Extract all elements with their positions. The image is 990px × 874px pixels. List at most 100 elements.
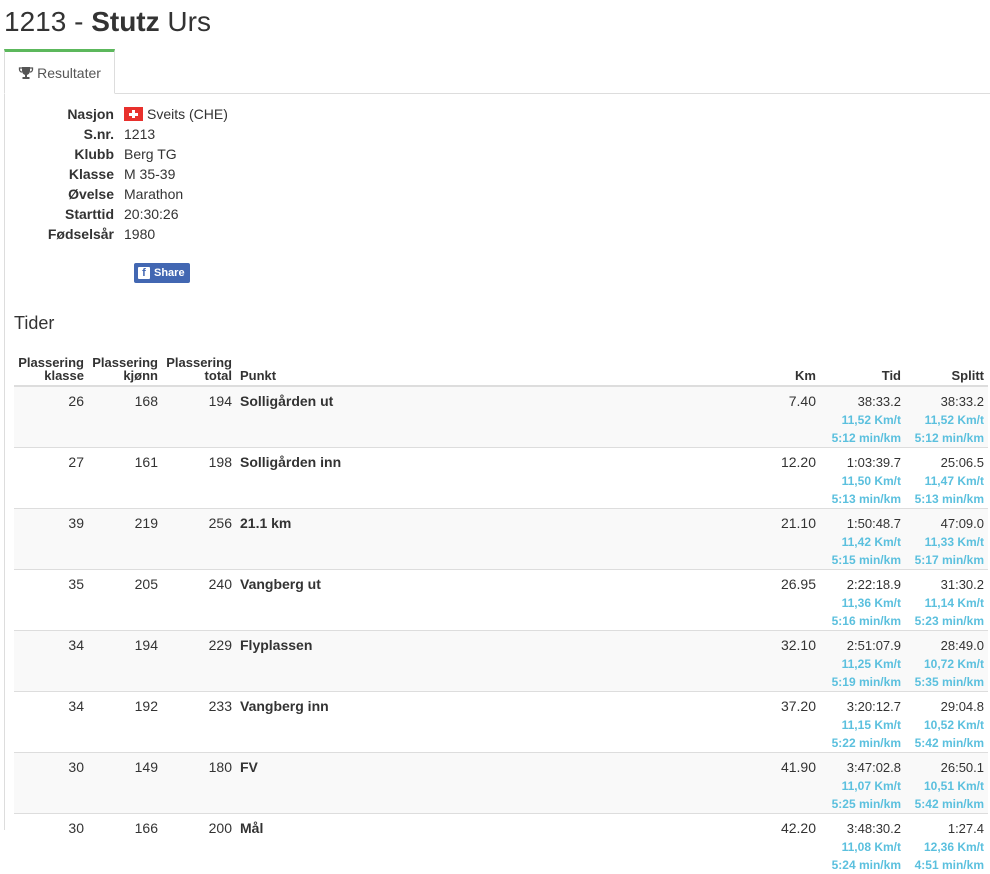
table-row: 34194229Flyplassen32.102:51:07.911,25 Km… [14, 631, 988, 692]
splitt-value: 25:06.5 [909, 454, 984, 472]
tab-bar: Resultater [4, 49, 990, 94]
plassering-klasse-cell: 30 [14, 814, 88, 874]
col-punkt[interactable]: Punkt [236, 353, 666, 386]
plassering-total-cell: 198 [162, 448, 236, 509]
splitt-speed: 11,47 Km/t [909, 472, 984, 490]
km-cell: 7.40 [666, 386, 820, 448]
tid-value: 3:48:30.2 [824, 820, 901, 838]
table-row: 3921925621.1 km21.101:50:48.711,42 Km/t5… [14, 509, 988, 570]
tid-cell: 1:50:48.711,42 Km/t5:15 min/km [820, 509, 905, 570]
km-cell: 12.20 [666, 448, 820, 509]
share-label: Share [154, 267, 185, 279]
klasse-value: M 35-39 [124, 166, 175, 182]
table-row: 27161198Solligården inn12.201:03:39.711,… [14, 448, 988, 509]
plassering-klasse-cell: 26 [14, 386, 88, 448]
tid-pace: 5:19 min/km [824, 673, 901, 691]
splitt-value: 28:49.0 [909, 637, 984, 655]
tid-speed: 11,42 Km/t [824, 533, 901, 551]
plassering-total-cell: 229 [162, 631, 236, 692]
info-row-ovelse: Øvelse Marathon [5, 184, 228, 204]
plassering-klasse-cell: 39 [14, 509, 88, 570]
km-cell: 32.10 [666, 631, 820, 692]
first-name: Urs [167, 6, 211, 37]
tid-value: 3:20:12.7 [824, 698, 901, 716]
splitt-cell: 38:33.211,52 Km/t5:12 min/km [905, 386, 988, 448]
plassering-total-cell: 256 [162, 509, 236, 570]
klasse-label: Klasse [5, 166, 124, 182]
facebook-share-button[interactable]: f Share [134, 263, 190, 283]
tid-speed: 11,08 Km/t [824, 838, 901, 856]
splitt-speed: 11,52 Km/t [909, 411, 984, 429]
info-row-klubb: Klubb Berg TG [5, 144, 228, 164]
plassering-kjonn-cell: 149 [88, 753, 162, 814]
title-separator: - [66, 6, 91, 37]
splitt-cell: 31:30.211,14 Km/t5:23 min/km [905, 570, 988, 631]
splitt-pace: 5:42 min/km [909, 734, 984, 752]
tid-cell: 38:33.211,52 Km/t5:12 min/km [820, 386, 905, 448]
col-splitt[interactable]: Splitt [905, 353, 988, 386]
tid-cell: 3:48:30.211,08 Km/t5:24 min/km [820, 814, 905, 874]
plassering-klasse-cell: 34 [14, 631, 88, 692]
splitt-cell: 26:50.110,51 Km/t5:42 min/km [905, 753, 988, 814]
table-row: 26168194Solligården ut7.4038:33.211,52 K… [14, 386, 988, 448]
plassering-kjonn-cell: 168 [88, 386, 162, 448]
col-plassering-kjonn[interactable]: Plasseringkjønn [88, 353, 162, 386]
km-cell: 21.10 [666, 509, 820, 570]
table-row: 34192233Vangberg inn37.203:20:12.711,15 … [14, 692, 988, 753]
tid-value: 38:33.2 [824, 393, 901, 411]
splitt-value: 1:27.4 [909, 820, 984, 838]
punkt-cell: Vangberg ut [236, 570, 666, 631]
splitt-pace: 5:23 min/km [909, 612, 984, 630]
splitt-pace: 5:35 min/km [909, 673, 984, 691]
splitt-cell: 1:27.412,36 Km/t4:51 min/km [905, 814, 988, 874]
athlete-info: Nasjon Sveits (CHE) S.nr. 1213 Klubb Ber… [5, 104, 228, 244]
splitt-speed: 10,52 Km/t [909, 716, 984, 734]
plassering-klasse-cell: 27 [14, 448, 88, 509]
punkt-cell: Vangberg inn [236, 692, 666, 753]
starttid-label: Starttid [5, 206, 124, 222]
splitt-pace: 5:12 min/km [909, 429, 984, 447]
klubb-value: Berg TG [124, 146, 177, 162]
snr-label: S.nr. [5, 126, 124, 142]
plassering-total-cell: 194 [162, 386, 236, 448]
tid-speed: 11,07 Km/t [824, 777, 901, 795]
splitt-speed: 12,36 Km/t [909, 838, 984, 856]
last-name: Stutz [91, 6, 159, 37]
trophy-icon [18, 65, 34, 81]
fodselsar-value: 1980 [124, 226, 155, 242]
tid-cell: 2:22:18.911,36 Km/t5:16 min/km [820, 570, 905, 631]
tid-pace: 5:22 min/km [824, 734, 901, 752]
plassering-kjonn-cell: 161 [88, 448, 162, 509]
results-panel: Nasjon Sveits (CHE) S.nr. 1213 Klubb Ber… [4, 94, 990, 830]
tid-pace: 5:13 min/km [824, 490, 901, 508]
plassering-total-cell: 233 [162, 692, 236, 753]
punkt-cell: Solligården ut [236, 386, 666, 448]
col-plassering-klasse[interactable]: Plasseringklasse [14, 353, 88, 386]
punkt-cell: Flyplassen [236, 631, 666, 692]
km-cell: 37.20 [666, 692, 820, 753]
facebook-icon: f [138, 267, 150, 279]
tid-speed: 11,36 Km/t [824, 594, 901, 612]
snr-value: 1213 [124, 126, 155, 142]
col-plassering-total[interactable]: Plasseringtotal [162, 353, 236, 386]
punkt-cell: Mål [236, 814, 666, 874]
page-title: 1213 - Stutz Urs [4, 4, 211, 40]
tab-resultater[interactable]: Resultater [4, 49, 115, 94]
tid-cell: 3:47:02.811,07 Km/t5:25 min/km [820, 753, 905, 814]
plassering-klasse-cell: 30 [14, 753, 88, 814]
tab-resultater-label: Resultater [37, 65, 101, 81]
col-tid[interactable]: Tid [820, 353, 905, 386]
splitt-cell: 29:04.810,52 Km/t5:42 min/km [905, 692, 988, 753]
splitt-value: 26:50.1 [909, 759, 984, 777]
splitt-cell: 25:06.511,47 Km/t5:13 min/km [905, 448, 988, 509]
plassering-total-cell: 180 [162, 753, 236, 814]
splitt-value: 29:04.8 [909, 698, 984, 716]
splitt-pace: 5:13 min/km [909, 490, 984, 508]
tid-pace: 5:15 min/km [824, 551, 901, 569]
punkt-cell: FV [236, 753, 666, 814]
info-row-fodselsar: Fødselsår 1980 [5, 224, 228, 244]
info-row-snr: S.nr. 1213 [5, 124, 228, 144]
tid-pace: 5:12 min/km [824, 429, 901, 447]
starttid-value: 20:30:26 [124, 206, 179, 222]
col-km[interactable]: Km [666, 353, 820, 386]
